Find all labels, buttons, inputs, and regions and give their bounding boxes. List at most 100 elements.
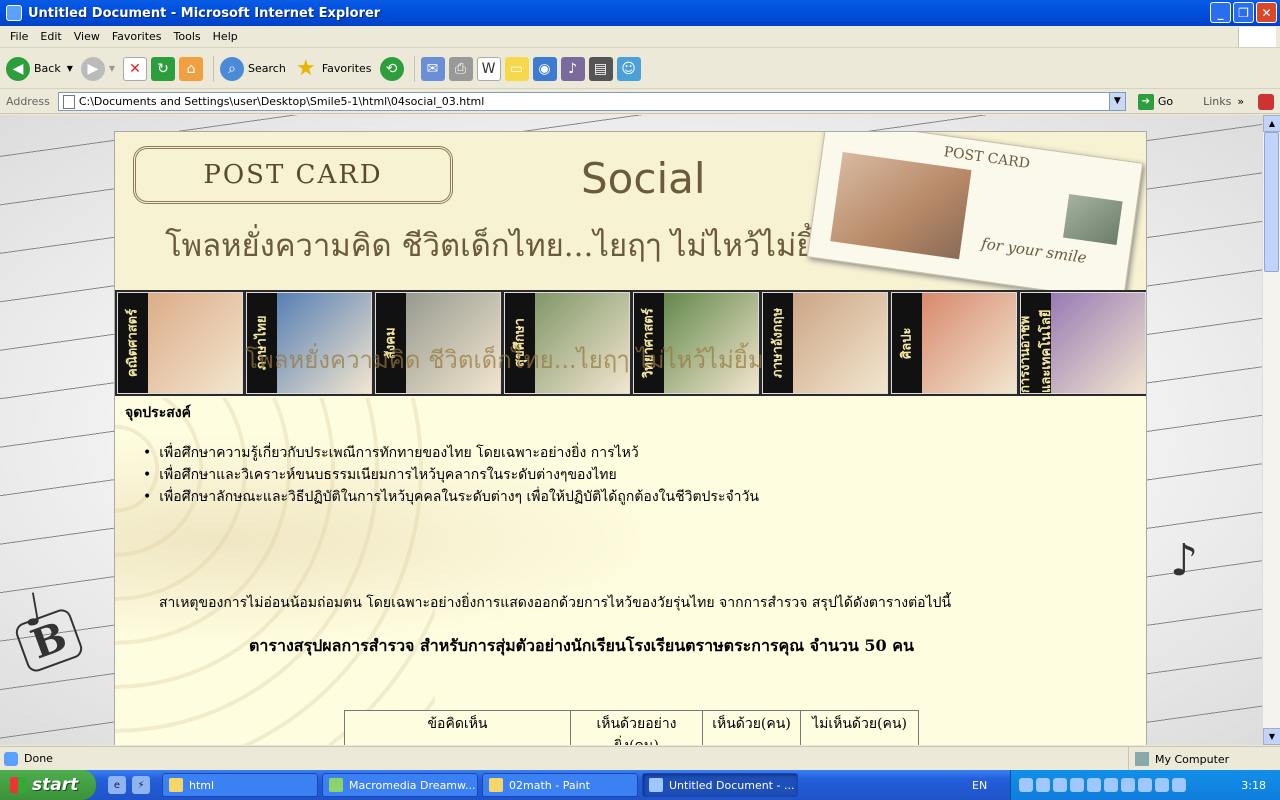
computer-icon: [1135, 752, 1149, 766]
col-disagree: ไม่เห็นด้วย(คน): [800, 710, 919, 745]
col-opinion: ข้อคิดเห็น: [344, 710, 571, 745]
task-html[interactable]: html: [162, 773, 318, 797]
windows-flag-icon: [10, 777, 26, 793]
forward-arrow-icon: ▶: [80, 56, 105, 81]
nav-tile-1[interactable]: คณิตศาสตร์: [117, 292, 243, 394]
tray-icon[interactable]: [1053, 778, 1067, 792]
task-label: 02math - Paint: [509, 778, 590, 792]
purpose-bullet-1: เพื่อศึกษาความรู้เกี่ยวกับประเพณีการทักท…: [143, 442, 943, 464]
menu-help[interactable]: Help: [207, 30, 244, 43]
table-title: ตารางสรุปผลการสำรวจ สำหรับการสุ่มตัวอย่า…: [249, 636, 914, 655]
tray-icon[interactable]: [1138, 778, 1152, 792]
done-page-icon: [4, 751, 18, 766]
address-bar: Address C:\Documents and Settings\user\D…: [0, 90, 1280, 114]
stop-icon[interactable]: ✕: [123, 56, 148, 81]
start-button[interactable]: start: [0, 770, 96, 800]
tray-icon[interactable]: [1172, 778, 1186, 792]
media-icon[interactable]: ♪: [560, 56, 585, 81]
tray-icon[interactable]: [1019, 778, 1033, 792]
nav-tile-7[interactable]: ศิลปะ: [891, 292, 1017, 394]
postcard-image: POST CARD for your smile: [806, 132, 1144, 302]
task-paint[interactable]: 02math - Paint: [482, 773, 638, 797]
music-note-icon: ♪: [1170, 535, 1199, 586]
ie-icon: [6, 5, 22, 21]
messenger-icon[interactable]: ☺: [616, 56, 641, 81]
address-label: Address: [6, 95, 50, 108]
tray-icon[interactable]: [1155, 778, 1169, 792]
security-zone: My Computer: [1128, 747, 1229, 771]
refresh-icon[interactable]: ↻: [151, 56, 176, 81]
back-button[interactable]: ◀ Back ▼: [6, 56, 73, 81]
address-dropdown-icon[interactable]: ▼: [1108, 93, 1125, 110]
zone-text: My Computer: [1155, 752, 1230, 766]
go-button[interactable]: Go: [1158, 95, 1173, 108]
page-icon: [62, 94, 75, 109]
task-dreamweaver[interactable]: Macromedia Dreamw...: [322, 773, 478, 797]
window-titlebar: Untitled Document - Microsoft Internet E…: [0, 0, 1280, 26]
close-button[interactable]: ✕: [1256, 2, 1277, 23]
scroll-down-icon[interactable]: ▼: [1263, 728, 1280, 745]
edit-icon[interactable]: W: [476, 56, 501, 81]
tray-icon[interactable]: [1104, 778, 1118, 792]
task-label: html: [189, 778, 215, 792]
nav-tile-6[interactable]: ภาษาอังกฤษ: [762, 292, 888, 394]
scroll-up-icon[interactable]: ▲: [1263, 115, 1280, 132]
postcard-note: for your smile: [980, 234, 1088, 267]
print-icon[interactable]: ⎙: [448, 56, 473, 81]
menu-edit[interactable]: Edit: [34, 30, 67, 43]
forward-button[interactable]: ▶ ▼: [80, 56, 115, 81]
language-indicator[interactable]: EN: [972, 779, 987, 792]
tools-icon[interactable]: ▤: [588, 56, 613, 81]
clock[interactable]: 3:18: [1241, 779, 1266, 792]
go-arrow-icon[interactable]: ➔: [1137, 93, 1154, 110]
history-icon[interactable]: ⟲: [379, 56, 404, 81]
menu-view[interactable]: View: [68, 30, 106, 43]
address-url: C:\Documents and Settings\user\Desktop\S…: [78, 95, 485, 108]
mail-icon[interactable]: ✉: [420, 56, 445, 81]
forward-dropdown-icon[interactable]: ▼: [109, 64, 115, 73]
address-input[interactable]: C:\Documents and Settings\user\Desktop\S…: [57, 92, 1126, 111]
maximize-button[interactable]: ❐: [1233, 2, 1254, 23]
nav-tile-label: การงานอาชีพและเทคโนโลยี: [1021, 293, 1054, 393]
scroll-thumb[interactable]: [1264, 132, 1279, 272]
star-icon: ★: [295, 56, 316, 81]
research-icon[interactable]: ◉: [532, 56, 557, 81]
dreamweaver-icon: [329, 778, 343, 792]
survey-table: ข้อคิดเห็น เห็นด้วยอย่างยิ่ง(คน) เห็นด้ว…: [344, 710, 919, 745]
back-dropdown-icon[interactable]: ▼: [67, 64, 73, 73]
banner-subtitle: โพลหยั่งความคิด ชีวิตเด็กไทย...ไยฤๅ ไม่ไ…: [165, 228, 835, 264]
links-chevron-icon[interactable]: »: [1237, 95, 1244, 108]
toolbar-separator: [213, 55, 215, 82]
vertical-scrollbar[interactable]: ▲ ▼: [1262, 115, 1280, 745]
quick-launch: e ⚡: [108, 776, 150, 794]
tray-icon[interactable]: [1070, 778, 1084, 792]
folder-icon: [169, 778, 183, 792]
nav-tile-label: คณิตศาสตร์: [118, 293, 148, 393]
search-button[interactable]: ⌕ Search: [220, 56, 286, 81]
back-label: Back: [34, 62, 61, 75]
task-ie[interactable]: Untitled Document - ...: [642, 773, 798, 797]
system-tray: 3:18: [1010, 770, 1280, 800]
ie-task-icon: [649, 778, 663, 792]
menu-tools[interactable]: Tools: [168, 30, 207, 43]
nav-tile-8[interactable]: การงานอาชีพและเทคโนโลยี: [1020, 292, 1146, 394]
ie-launch-icon[interactable]: e: [108, 776, 126, 794]
links-button[interactable]: Links: [1203, 95, 1231, 108]
tray-icon[interactable]: [1087, 778, 1101, 792]
menu-favorites[interactable]: Favorites: [106, 30, 168, 43]
minimize-button[interactable]: _: [1210, 2, 1231, 23]
menu-bar: File Edit View Favorites Tools Help: [0, 26, 1280, 48]
search-label: Search: [248, 62, 286, 75]
discuss-icon[interactable]: ▭: [504, 56, 529, 81]
toolbar-separator: [413, 55, 415, 82]
favorites-button[interactable]: ★ Favorites: [294, 56, 372, 81]
tray-icon[interactable]: [1036, 778, 1050, 792]
menu-file[interactable]: File: [4, 30, 34, 43]
browser-viewport: ♩ ♪ B POST CARD Social โพลหยั่งความคิด ช…: [0, 115, 1262, 745]
show-desktop-icon[interactable]: ⚡: [132, 776, 150, 794]
task-label: Untitled Document - ...: [669, 778, 795, 792]
col-agree: เห็นด้วย(คน): [702, 710, 801, 745]
tray-icon[interactable]: [1121, 778, 1135, 792]
translate-icon[interactable]: [1258, 93, 1275, 110]
home-icon[interactable]: ⌂: [179, 56, 204, 81]
